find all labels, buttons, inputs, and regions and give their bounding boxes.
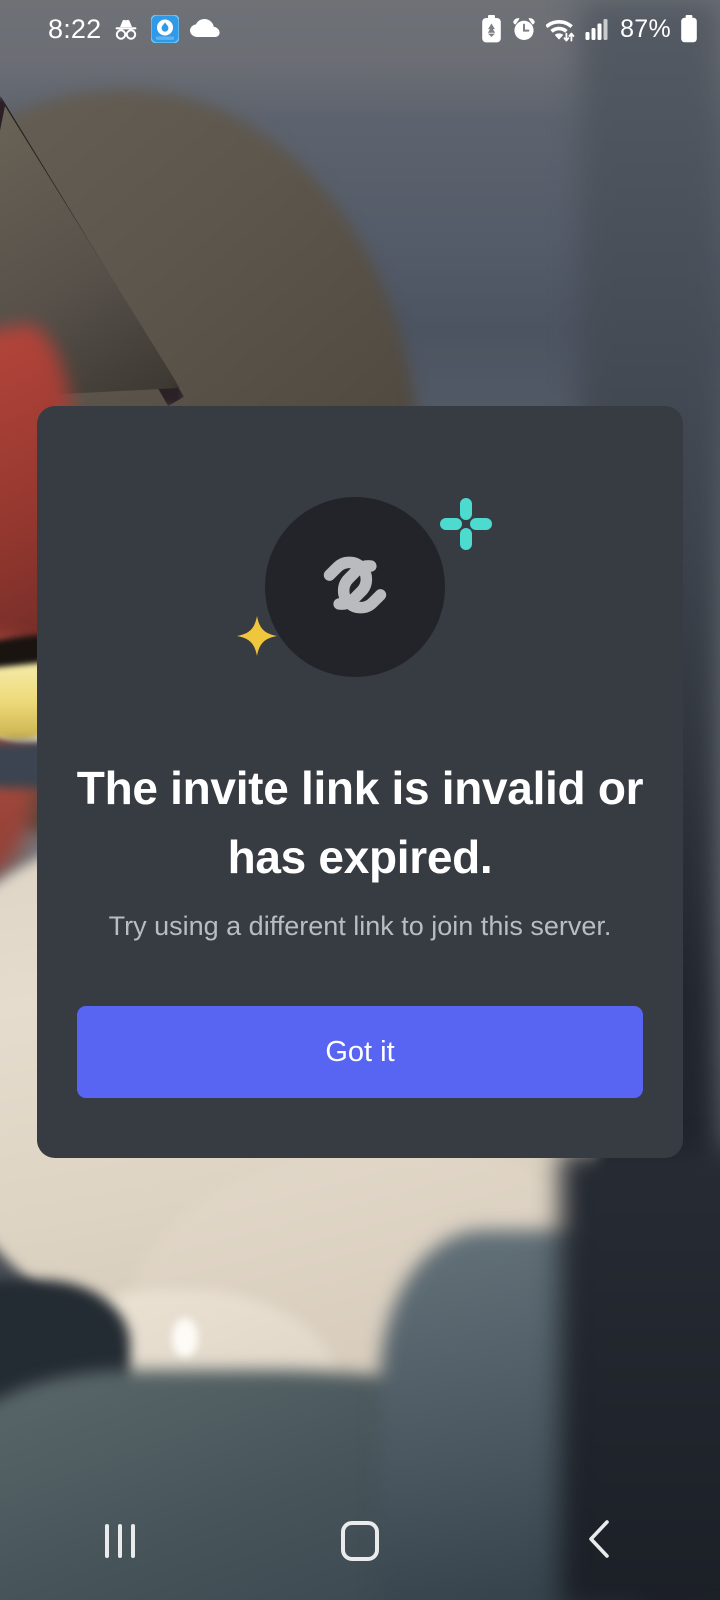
recents-button[interactable] <box>60 1501 180 1581</box>
status-bar-right: 87% <box>481 15 698 44</box>
status-bar: 8:22 87% <box>0 0 720 58</box>
link-icon-circle <box>265 497 445 677</box>
cloud-icon <box>190 19 220 39</box>
home-button[interactable] <box>300 1501 420 1581</box>
status-bar-left: 8:22 <box>48 14 220 45</box>
battery-saver-icon <box>481 15 502 43</box>
star-yellow-icon <box>237 616 277 656</box>
wifi-data-icon <box>546 16 576 42</box>
battery-percent-label: 87% <box>620 14 671 43</box>
dialog-subtitle: Try using a different link to join this … <box>108 911 612 941</box>
sparkle-ray-top <box>460 498 472 520</box>
app-notification-icon <box>151 15 180 43</box>
back-button[interactable] <box>540 1501 660 1581</box>
android-nav-bar <box>0 1482 720 1600</box>
back-chevron-icon <box>583 1517 617 1566</box>
sparkle-ray-bottom <box>460 528 472 550</box>
cellular-signal-icon <box>585 17 609 41</box>
status-bar-clock: 8:22 <box>48 13 102 44</box>
incognito-icon <box>112 18 140 40</box>
recents-icon <box>105 1524 135 1558</box>
invite-invalid-dialog: The invite link is invalid or has expire… <box>37 406 683 1158</box>
dialog-title: The invite link is invalid or has expire… <box>76 762 644 883</box>
sparkle-ray-right <box>470 518 492 530</box>
home-icon <box>341 1521 379 1561</box>
sparkle-teal-icon <box>440 498 492 550</box>
battery-icon <box>680 15 698 43</box>
dialog-illustration <box>235 480 492 710</box>
broken-chain-link-icon <box>303 533 407 642</box>
wallpaper-highlight <box>172 1318 198 1358</box>
phone-screen: 8:22 87% The invite link is invalid or h… <box>0 0 720 1600</box>
sparkle-ray-left <box>440 518 462 530</box>
got-it-button[interactable]: Got it <box>77 1006 643 1099</box>
alarm-clock-icon <box>511 16 537 42</box>
